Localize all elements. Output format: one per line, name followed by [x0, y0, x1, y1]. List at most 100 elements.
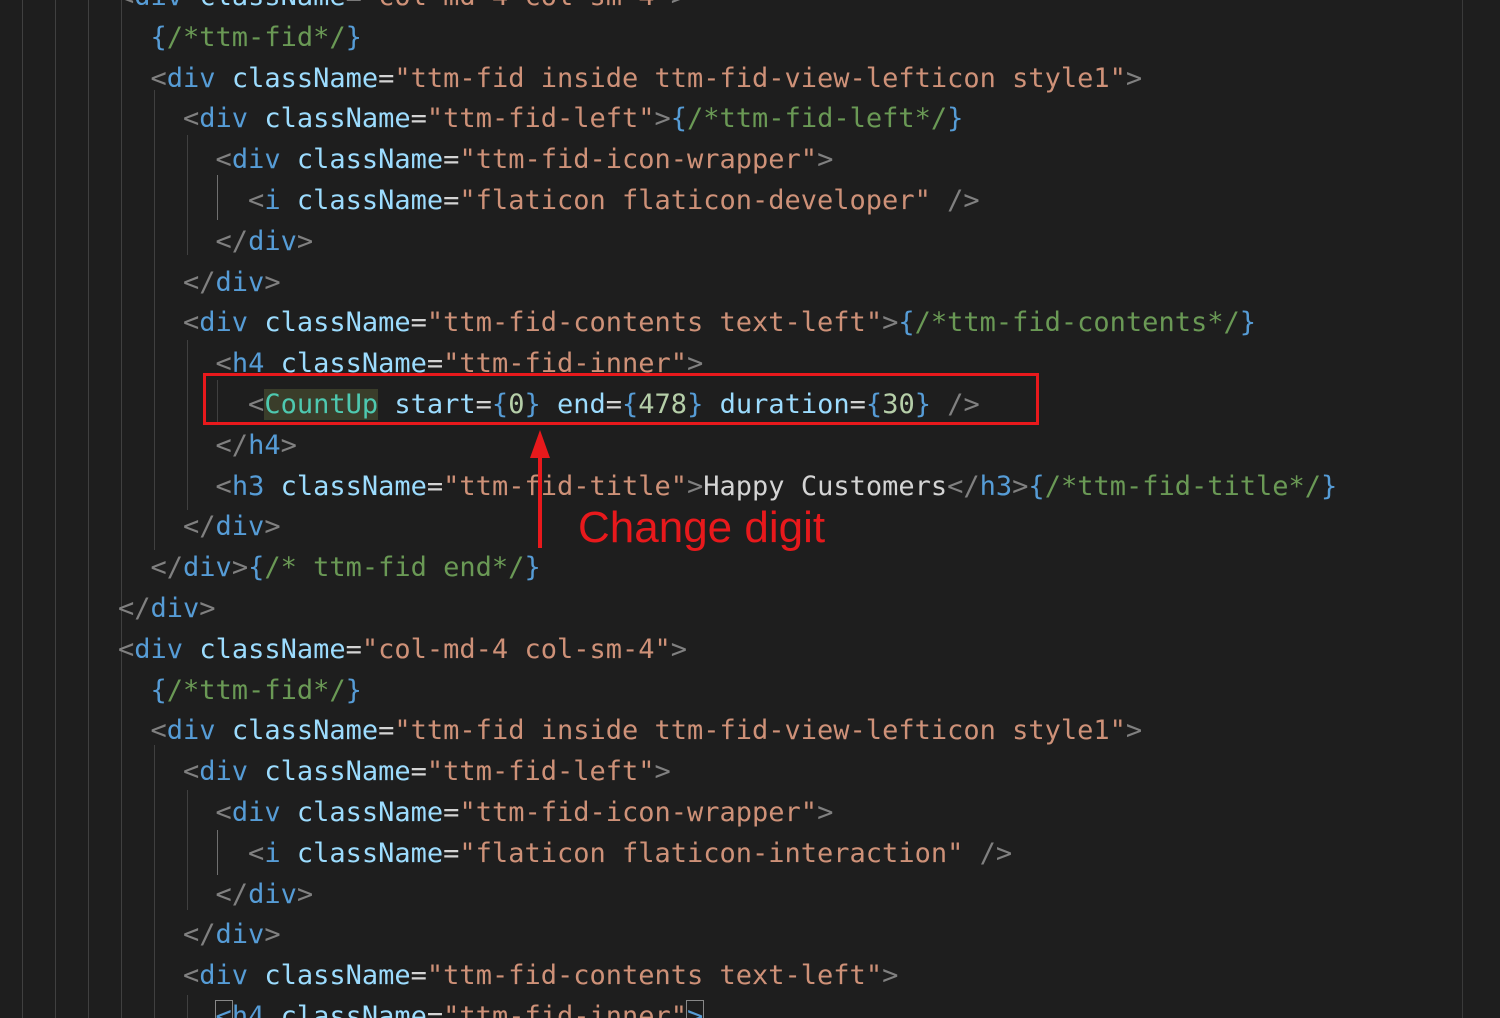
code-token: =: [426, 470, 444, 502]
code-token: Happy Customers: [703, 470, 948, 502]
code-token: <: [118, 0, 134, 12]
code-token: className: [231, 62, 379, 94]
code-token: div: [134, 633, 184, 665]
code-token: >: [687, 470, 704, 502]
code-token: div: [231, 797, 281, 828]
highlight-box: [203, 373, 1039, 425]
code-token: className: [264, 756, 411, 788]
code-line[interactable]: <div className="ttm-fid-icon-wrapper">: [118, 139, 834, 180]
code-token: >: [817, 797, 834, 828]
code-line[interactable]: {/*ttm-fid*/}: [118, 17, 362, 58]
code-token: >: [1125, 62, 1143, 94]
code-token: h4: [231, 1001, 265, 1018]
code-token: >: [654, 756, 671, 788]
code-line[interactable]: </div>: [118, 262, 281, 303]
code-token: }: [524, 552, 541, 584]
code-line[interactable]: </h4>: [118, 425, 297, 466]
code-token: div: [199, 307, 249, 339]
code-token: div: [183, 552, 232, 584]
code-line[interactable]: </div>: [118, 588, 216, 629]
code-token: <: [248, 185, 265, 216]
annotation-label: Change digit: [578, 503, 826, 552]
code-line[interactable]: {/*ttm-fid*/}: [118, 670, 362, 711]
code-token: className: [264, 960, 411, 992]
code-token: =: [345, 633, 362, 665]
code-token: >: [685, 1000, 705, 1018]
code-token: {: [898, 307, 915, 339]
code-token: className: [264, 307, 411, 339]
code-line[interactable]: <div className="ttm-fid-contents text-le…: [118, 302, 1256, 343]
code-token: "ttm-fid-icon-wrapper": [459, 797, 818, 828]
code-token: {: [150, 674, 167, 706]
code-token: "col-md-4 col-sm-4": [362, 0, 671, 12]
code-line[interactable]: </div>: [118, 874, 314, 915]
code-line[interactable]: </div>{/* ttm-fid end*/}: [118, 547, 541, 588]
code-token: </: [118, 593, 151, 624]
code-token: <: [214, 1000, 233, 1018]
code-token: div: [199, 756, 249, 788]
code-line[interactable]: <div className="ttm-fid-contents text-le…: [118, 955, 898, 996]
code-token: /*ttm-fid-contents*/: [914, 307, 1240, 339]
editor-ruler: [1462, 0, 1463, 1018]
code-line[interactable]: </div>: [118, 506, 281, 547]
code-token: h3: [979, 470, 1013, 502]
code-token: div: [150, 593, 200, 624]
code-token: h4: [248, 429, 281, 461]
indent-guide: [88, 0, 89, 1018]
code-token: {: [248, 552, 265, 584]
code-token: div: [248, 878, 297, 910]
code-token: />: [947, 185, 980, 216]
code-line[interactable]: <div className="ttm-fid inside ttm-fid-v…: [118, 710, 1143, 751]
code-line[interactable]: <h4 className="ttm-fid-inner">: [118, 996, 705, 1018]
code-token: /*ttm-fid-left*/: [687, 103, 948, 135]
code-line[interactable]: <div className="col-md-4 col-sm-4">: [118, 629, 687, 670]
code-line[interactable]: <i className="flaticon flaticon-develope…: [118, 180, 980, 221]
code-token: "ttm-fid inside ttm-fid-view-lefticon st…: [394, 62, 1126, 94]
code-line[interactable]: <i className="flaticon flaticon-interact…: [118, 833, 1012, 874]
indent-guide: [55, 0, 56, 1018]
code-line[interactable]: <div className="ttm-fid-left">{/*ttm-fid…: [118, 98, 963, 139]
code-line[interactable]: <div className="ttm-fid inside ttm-fid-v…: [118, 58, 1143, 99]
code-token: "ttm-fid-title": [443, 470, 688, 502]
code-line[interactable]: <div className="ttm-fid-left">: [118, 751, 671, 792]
code-token: {: [670, 103, 688, 135]
code-line[interactable]: <div className="ttm-fid-icon-wrapper">: [118, 792, 834, 833]
code-token: >: [817, 144, 834, 176]
code-token: =: [410, 756, 427, 788]
code-token: }: [345, 21, 362, 53]
code-line[interactable]: <div className="col-md-4 col-sm-4">: [118, 0, 687, 17]
code-token: i: [264, 837, 281, 869]
code-token: =: [443, 185, 460, 216]
code-token: div: [199, 103, 249, 135]
code-token: }: [1239, 307, 1256, 339]
code-token: "ttm-fid-contents text-left": [426, 960, 883, 992]
code-token: >: [231, 552, 249, 584]
code-line[interactable]: </div>: [118, 221, 314, 262]
code-token: "flaticon flaticon-interaction": [459, 837, 964, 869]
code-token: =: [346, 0, 362, 12]
code-token: <: [150, 715, 167, 747]
code-token: <: [215, 144, 232, 176]
code-line[interactable]: </div>: [118, 914, 281, 955]
code-token: div: [166, 715, 216, 747]
code-token: div: [215, 266, 265, 298]
code-token: }: [1321, 470, 1338, 502]
code-token: =: [443, 797, 460, 828]
code-token: className: [296, 837, 444, 869]
